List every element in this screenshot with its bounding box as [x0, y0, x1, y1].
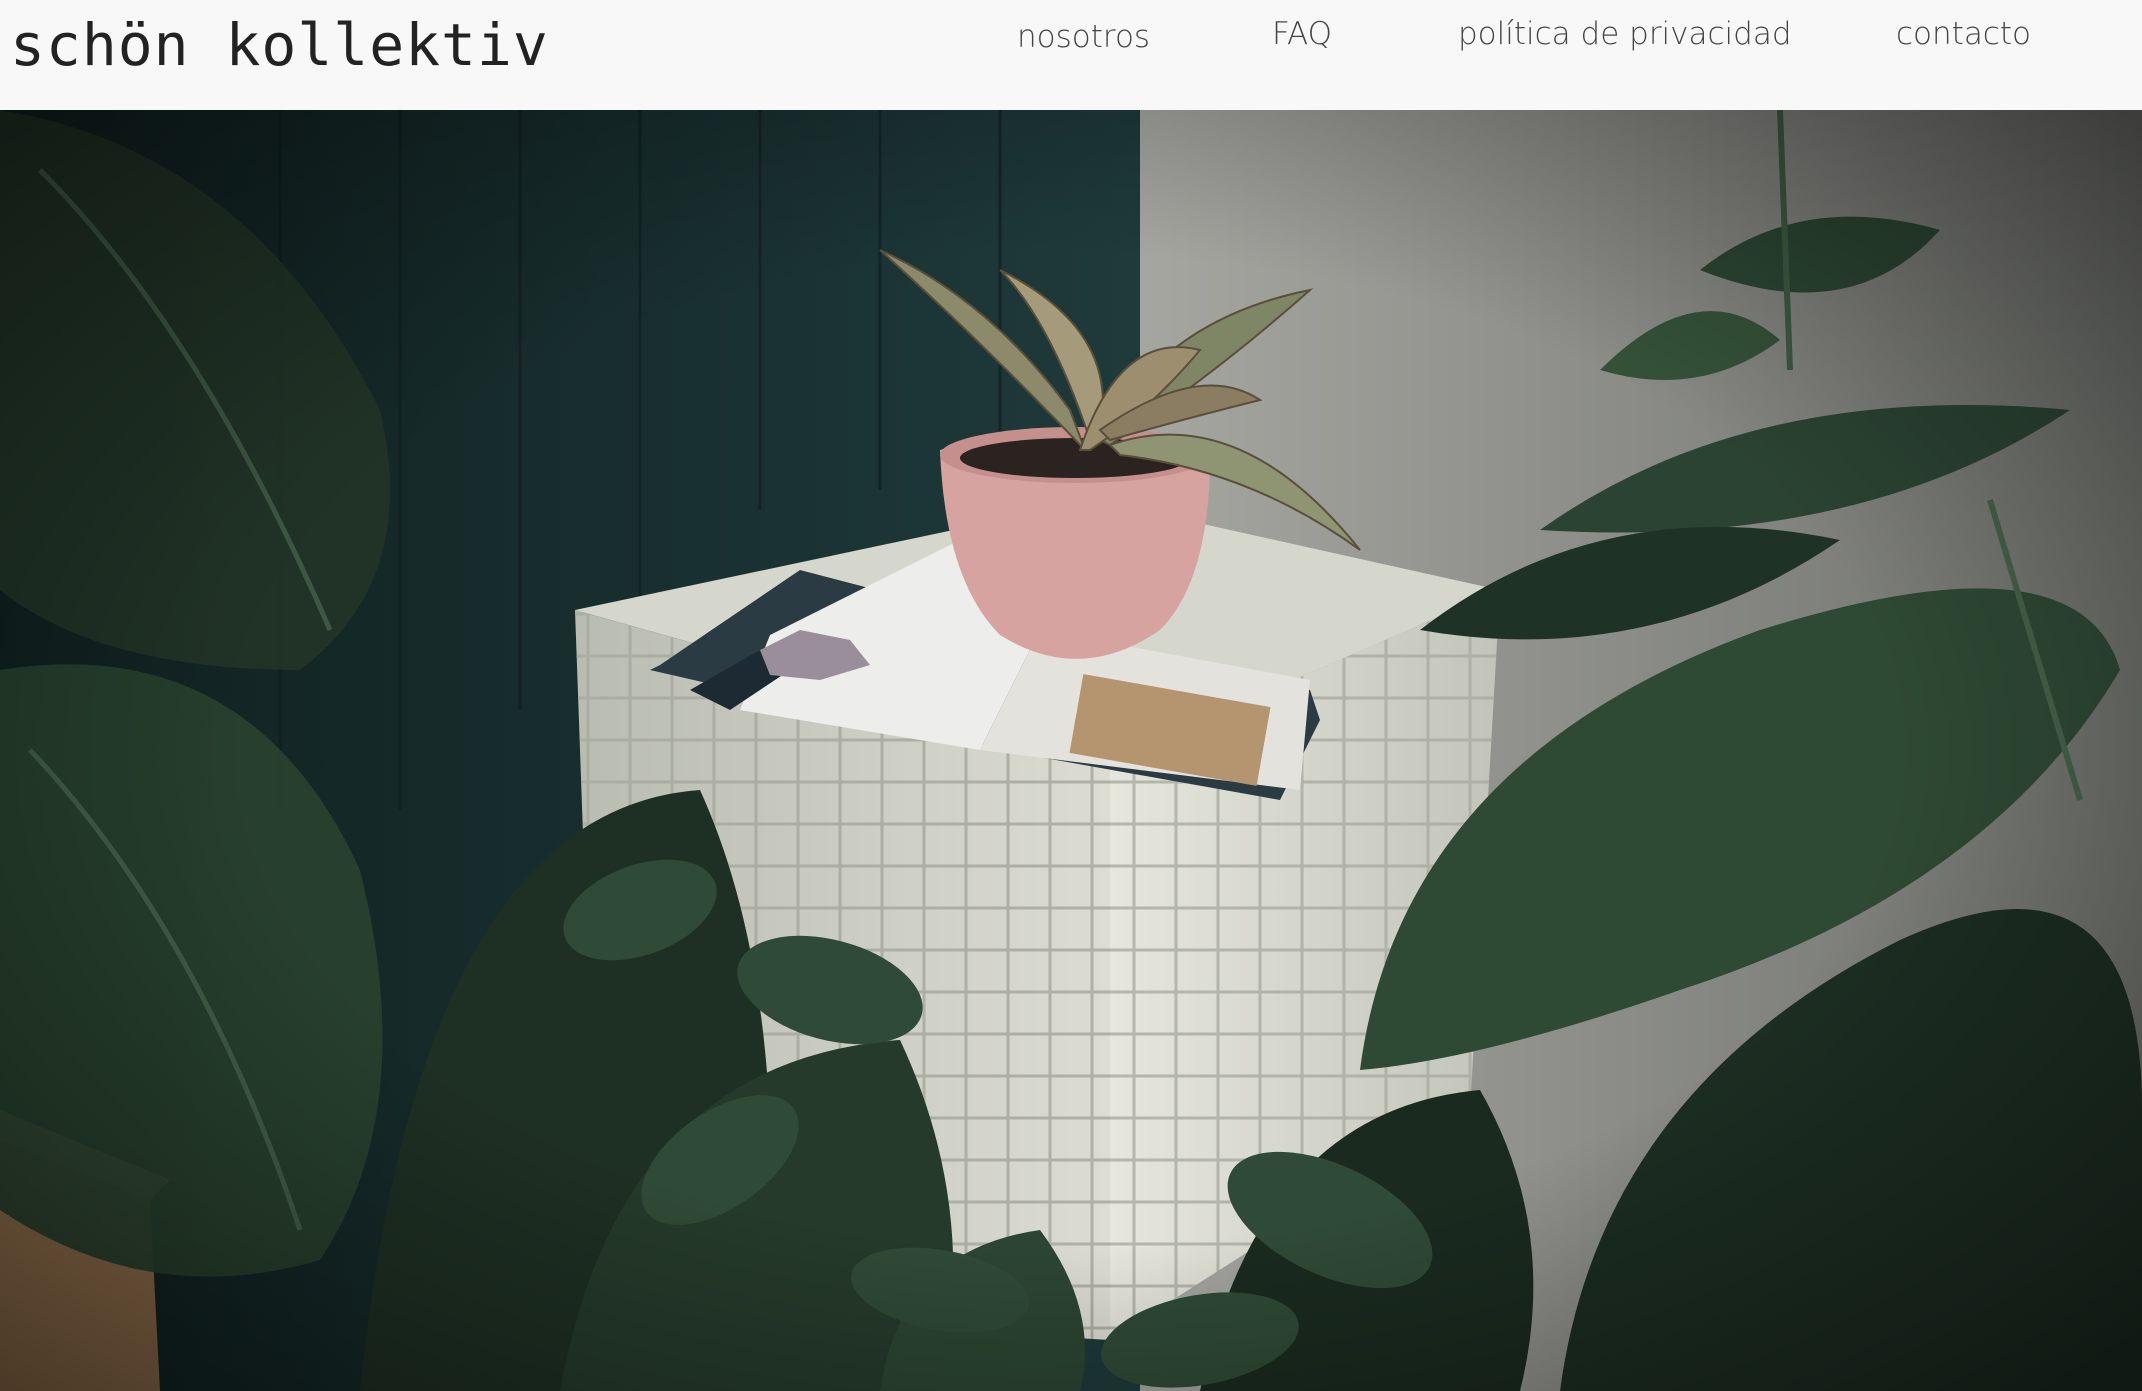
nav-link-faq[interactable]: FAQ	[1272, 14, 1332, 54]
top-navigation-bar: schön kollektiv nosotros FAQ política de…	[0, 0, 2142, 110]
nav-link-contacto[interactable]: contacto	[1896, 14, 2031, 54]
page: schön kollektiv nosotros FAQ política de…	[0, 0, 2142, 1391]
nav-link-privacy[interactable]: política de privacidad	[1458, 14, 1792, 54]
plant-photo-illustration	[0, 110, 2142, 1391]
hero-image	[0, 110, 2142, 1391]
nav-link-nosotros[interactable]: nosotros	[1017, 17, 1150, 57]
site-logo[interactable]: schön kollektiv	[10, 12, 549, 78]
